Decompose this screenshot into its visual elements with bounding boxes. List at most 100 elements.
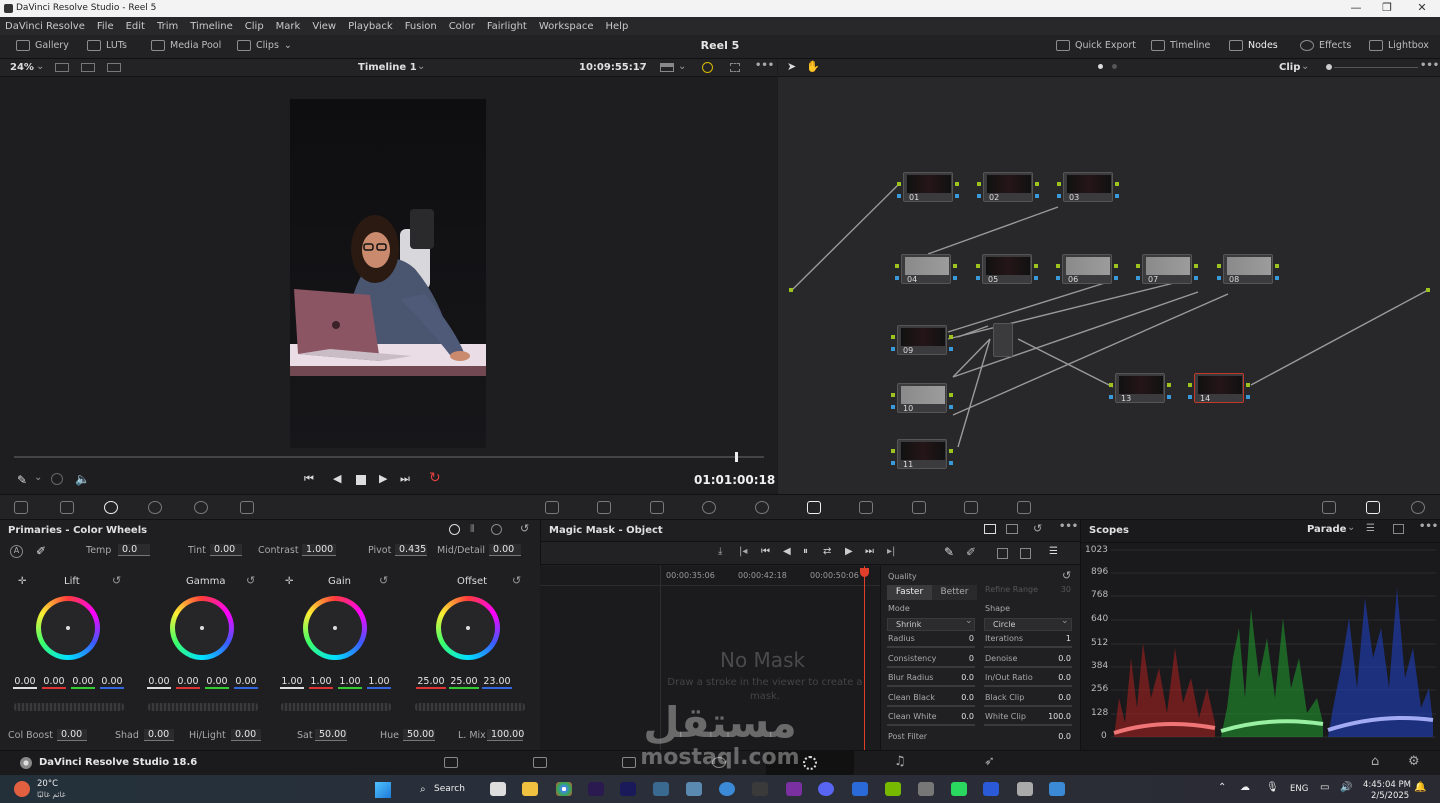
- node-port[interactable]: [895, 276, 899, 280]
- node-port[interactable]: [977, 182, 981, 186]
- menu-davinci[interactable]: DaVinci Resolve: [5, 21, 85, 32]
- volume-icon[interactable]: 🔈: [75, 472, 90, 486]
- node-port[interactable]: [1246, 383, 1250, 387]
- bars-mode-icon[interactable]: ⦀: [470, 524, 474, 535]
- mask-overlay-icon[interactable]: [984, 524, 996, 534]
- node-port[interactable]: [1114, 264, 1118, 268]
- denoise-slider[interactable]: [984, 666, 1072, 668]
- reset-icon[interactable]: ↺: [246, 574, 255, 587]
- color-wheels-icon[interactable]: [104, 501, 118, 514]
- node-port[interactable]: [1275, 264, 1279, 268]
- search-icon[interactable]: ⌕: [420, 784, 426, 795]
- in-out-ratio-slider[interactable]: [984, 685, 1072, 687]
- viewer-scrubber[interactable]: [14, 456, 764, 458]
- node-port[interactable]: [1115, 194, 1119, 198]
- hdr-icon[interactable]: [148, 501, 162, 514]
- keyframes-icon[interactable]: [1322, 501, 1336, 514]
- subtract-stroke-icon[interactable]: ✐: [966, 545, 976, 559]
- layer-mixer-node[interactable]: [993, 323, 1013, 357]
- wheels-mode-icon[interactable]: [449, 524, 460, 535]
- window-icon[interactable]: [702, 501, 716, 514]
- node-port[interactable]: [1114, 276, 1118, 280]
- lift-wheel[interactable]: [36, 596, 100, 660]
- chevron-down-icon[interactable]: ⌄: [417, 61, 425, 72]
- node-port[interactable]: [1167, 395, 1171, 399]
- effects-button[interactable]: Effects: [1300, 40, 1351, 51]
- tray-expand-icon[interactable]: ⌃: [1218, 782, 1226, 793]
- weather-icon[interactable]: [14, 781, 30, 797]
- node-port[interactable]: [1035, 194, 1039, 198]
- post-filter-value[interactable]: 0.0: [1031, 732, 1071, 741]
- minimize-icon[interactable]: —: [1348, 1, 1364, 14]
- person-mask-icon[interactable]: [997, 548, 1008, 559]
- contrast-field[interactable]: 1.000: [302, 544, 336, 556]
- close-icon[interactable]: ✕: [1414, 1, 1430, 14]
- mask-playhead[interactable]: [864, 566, 865, 750]
- node-13[interactable]: 13: [1115, 373, 1165, 403]
- offset-wheel[interactable]: [436, 596, 500, 660]
- mic-icon[interactable]: 🎙: [1266, 782, 1279, 793]
- key-icon[interactable]: [912, 501, 926, 514]
- node-port[interactable]: [1136, 264, 1140, 268]
- chevron-down-icon[interactable]: ⌄: [1301, 61, 1309, 72]
- consistency-value[interactable]: 0: [941, 654, 974, 663]
- track-forward-icon[interactable]: ▶: [845, 546, 853, 557]
- notification-bell-icon[interactable]: 🔔: [1414, 782, 1426, 793]
- track-forward-one-icon[interactable]: ▸|: [887, 546, 895, 557]
- cut-page-icon[interactable]: [533, 757, 547, 768]
- page-dot-icon[interactable]: [1112, 64, 1117, 69]
- blur-icon[interactable]: [859, 501, 873, 514]
- zoom-slider[interactable]: [1334, 67, 1418, 68]
- curves-icon[interactable]: [545, 501, 559, 514]
- offset-values[interactable]: 25.00 25.00 23.00: [416, 676, 512, 689]
- node-port[interactable]: [891, 405, 895, 409]
- hand-icon[interactable]: ✋: [806, 60, 820, 73]
- menu-fairlight[interactable]: Fairlight: [487, 21, 527, 32]
- output-port[interactable]: [1426, 288, 1430, 292]
- add-stroke-icon[interactable]: ✎: [944, 545, 954, 559]
- chevron-down-icon[interactable]: ⌄: [678, 61, 686, 72]
- color-warper-icon[interactable]: [597, 501, 611, 514]
- node-port[interactable]: [1188, 395, 1192, 399]
- mask-view-icon[interactable]: [1006, 524, 1018, 534]
- black-clip-value[interactable]: 0.0: [1031, 693, 1071, 702]
- edit-page-icon[interactable]: [622, 757, 636, 768]
- page-dot-icon[interactable]: [1098, 64, 1103, 69]
- node-11[interactable]: 11: [897, 439, 947, 469]
- language-indicator[interactable]: ENG: [1290, 784, 1308, 794]
- node-port[interactable]: [976, 264, 980, 268]
- node-port[interactable]: [1217, 264, 1221, 268]
- node-03[interactable]: 03: [1063, 172, 1113, 202]
- iterations-slider[interactable]: [984, 646, 1072, 648]
- node-port[interactable]: [1246, 395, 1250, 399]
- menu-color[interactable]: Color: [449, 21, 475, 32]
- lmix-field[interactable]: 100.00: [487, 729, 524, 741]
- reset-icon[interactable]: ↺: [379, 574, 388, 587]
- motion-effects-icon[interactable]: [240, 501, 254, 514]
- speaker-icon[interactable]: 🔊: [1340, 782, 1352, 793]
- node-port[interactable]: [953, 264, 957, 268]
- settings-sliders-icon[interactable]: ☰: [1049, 546, 1058, 557]
- app-icon[interactable]: [752, 782, 768, 796]
- mid-detail-field[interactable]: 0.00: [489, 544, 521, 556]
- menu-playback[interactable]: Playback: [348, 21, 393, 32]
- node-port[interactable]: [1275, 276, 1279, 280]
- pivot-field[interactable]: 0.435: [395, 544, 427, 556]
- scope-settings-icon[interactable]: ☰: [1366, 523, 1375, 534]
- menu-edit[interactable]: Edit: [126, 21, 145, 32]
- iterations-value[interactable]: 1: [1031, 634, 1071, 643]
- settings-gear-icon[interactable]: ⚙: [1408, 754, 1420, 769]
- menu-fusion[interactable]: Fusion: [405, 21, 437, 32]
- track-reverse-icon[interactable]: ◀: [783, 546, 791, 557]
- menu-clip[interactable]: Clip: [245, 21, 264, 32]
- node-port[interactable]: [1109, 383, 1113, 387]
- clean-black-value[interactable]: 0.0: [941, 693, 974, 702]
- blur-radius-value[interactable]: 0.0: [941, 673, 974, 682]
- single-view-icon[interactable]: [55, 63, 69, 72]
- temp-field[interactable]: 0.0: [118, 544, 150, 556]
- app-icon[interactable]: [918, 782, 934, 796]
- chevron-down-icon[interactable]: ⌄: [1347, 522, 1355, 533]
- viewer-options-icon[interactable]: •••: [755, 60, 774, 71]
- play-icon[interactable]: ▶: [379, 472, 387, 485]
- nvidia-icon[interactable]: [885, 782, 901, 796]
